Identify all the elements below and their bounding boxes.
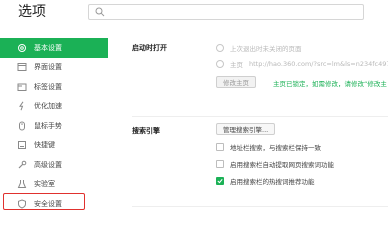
search-option-hot-words[interactable]: 启用搜索栏的热搜词推荐功能	[216, 176, 315, 186]
sidebar-item-label: 标签设置	[34, 82, 62, 91]
checkbox-checked[interactable]	[216, 177, 224, 185]
sidebar-item-label: 基本设置	[34, 43, 62, 52]
checkbox[interactable]	[216, 160, 224, 168]
startup-option-last-session[interactable]: 上次退出时未关闭的页面	[216, 43, 302, 53]
mouse-icon	[17, 121, 27, 131]
sidebar-item-mouse-gesture[interactable]: 鼠标手势	[0, 116, 108, 136]
shield-icon	[17, 199, 27, 209]
search-section-label: 搜索引擎	[132, 127, 160, 135]
search-input[interactable]	[88, 4, 364, 20]
sidebar-item-optimize[interactable]: 优化加速	[0, 97, 108, 117]
sidebar-item-lab[interactable]: 实验室	[0, 175, 108, 195]
tab-icon	[17, 82, 27, 92]
homepage-locked-hint: 主页已锁定，如需修改，请修改“修改主	[273, 80, 387, 88]
sidebar-item-basic-settings[interactable]: 基本设置	[0, 38, 108, 58]
sidebar-item-label: 界面设置	[34, 63, 62, 72]
lightning-icon	[17, 101, 27, 111]
radio-button[interactable]	[216, 60, 224, 68]
sidebar-item-interface-settings[interactable]: 界面设置	[0, 58, 108, 78]
divider	[132, 206, 388, 207]
manage-search-engines-button[interactable]: 管理搜索引擎...	[216, 123, 276, 135]
window-icon	[17, 62, 27, 72]
sidebar-item-label: 快捷键	[34, 141, 55, 150]
settings-page: 选项 基本设置 界面设置 标签设置 优化加速 鼠标手势 快捷键 高级设置 实验室…	[0, 0, 388, 229]
sidebar-item-label: 高级设置	[34, 160, 62, 169]
sidebar-item-tab-settings[interactable]: 标签设置	[0, 77, 108, 97]
sidebar-item-shortcuts[interactable]: 快捷键	[0, 136, 108, 156]
checkmark-icon	[217, 178, 223, 184]
page-title: 选项	[18, 4, 46, 20]
startup-option-homepage[interactable]: 主页 http://hao.360.com/?src=lm&ls=n234fc4…	[216, 59, 388, 69]
divider	[132, 116, 388, 117]
modify-homepage-button[interactable]: 修改主页	[216, 76, 256, 88]
search-icon	[95, 7, 105, 17]
sidebar-item-security[interactable]: 安全设置	[0, 194, 108, 214]
checkbox[interactable]	[216, 143, 224, 151]
radio-button[interactable]	[216, 44, 224, 52]
search-option-auto-extract[interactable]: 启用搜索栏自动提取网页搜索词功能	[216, 159, 334, 169]
sidebar-item-label: 实验室	[34, 180, 55, 189]
homepage-url: http://hao.360.com/?src=lm&ls=n234fc497	[249, 60, 388, 68]
sidebar-item-label: 鼠标手势	[34, 121, 62, 130]
search-option-address-bar[interactable]: 地址栏搜索，与搜索栏保持一致	[216, 142, 321, 152]
startup-section-label: 启动时打开	[132, 44, 167, 52]
keyboard-icon	[17, 140, 27, 150]
sidebar-item-label: 优化加速	[34, 102, 62, 111]
flask-icon	[17, 179, 27, 189]
sidebar: 基本设置 界面设置 标签设置 优化加速 鼠标手势 快捷键 高级设置 实验室 安全…	[0, 38, 108, 229]
sidebar-item-advanced-settings[interactable]: 高级设置	[0, 155, 108, 175]
settings-panel: 启动时打开 上次退出时未关闭的页面 主页 http://hao.360.com/…	[108, 30, 388, 229]
sidebar-item-label: 安全设置	[34, 199, 62, 208]
wrench-icon	[17, 160, 27, 170]
gear-icon	[17, 43, 27, 53]
